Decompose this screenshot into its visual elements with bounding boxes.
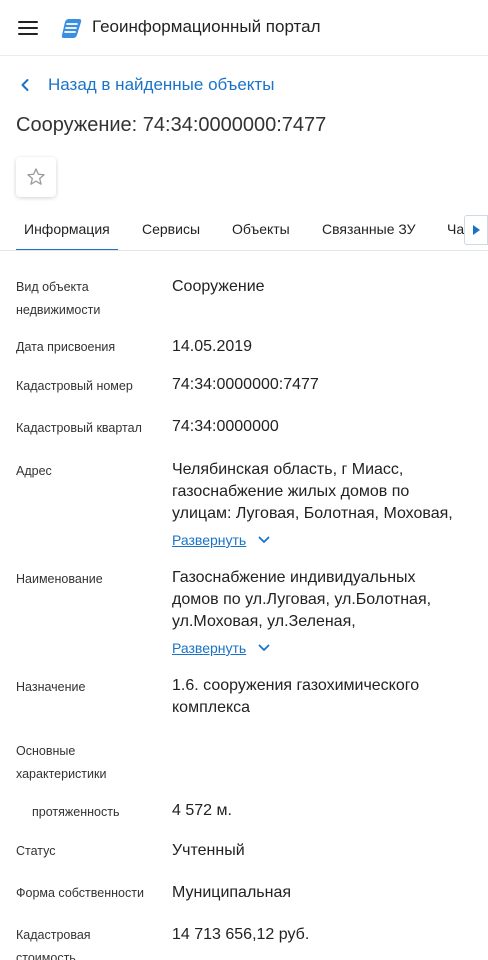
field-value: 14 713 656,12 руб. xyxy=(172,926,310,943)
value-line: Газоснабжение индивидуальных xyxy=(172,569,416,586)
field-value: 4 572 м. xyxy=(172,802,232,819)
triangle-right-icon xyxy=(473,225,480,235)
field-label: Наименование xyxy=(16,572,103,586)
field-value: Челябинская область, г Миасс, газоснабже… xyxy=(172,459,477,525)
star-outline-icon xyxy=(27,168,45,185)
hamburger-menu-icon[interactable] xyxy=(18,19,38,37)
back-link-label: Назад в найденные объекты xyxy=(48,75,275,94)
field-label: Кадастровая стоимость xyxy=(16,924,156,960)
field-label: Кадастровый номер xyxy=(16,379,133,393)
tab-services[interactable]: Сервисы xyxy=(142,207,200,250)
tab-information[interactable]: Информация xyxy=(16,207,118,250)
value-line: 1.6. сооружения газохимического xyxy=(172,677,420,694)
field-label: Дата присвоения xyxy=(16,340,116,354)
field-value: Учтенный xyxy=(172,842,245,859)
field-value: Сооружение xyxy=(172,278,265,295)
tab-related-land[interactable]: Связанные ЗУ xyxy=(322,207,416,250)
field-label: протяженность xyxy=(32,805,120,819)
field-label: Кадастровый квартал xyxy=(16,421,142,435)
field-label: Назначение xyxy=(16,680,86,694)
favorite-button[interactable] xyxy=(16,157,56,197)
expand-label: Развернуть xyxy=(172,532,247,548)
label-line: Кадастровая xyxy=(16,928,91,942)
address-expand-button[interactable]: Развернуть xyxy=(172,532,270,548)
field-label: Основные характеристики xyxy=(16,740,156,786)
tab-bar: Информация Сервисы Объекты Связанные ЗУ … xyxy=(0,207,488,251)
value-line: ул.Моховая, ул.Зеленая, xyxy=(172,613,356,630)
field-value: Муниципальная xyxy=(172,884,292,901)
tab-objects[interactable]: Объекты xyxy=(232,207,290,250)
field-label: Вид объекта недвижимости xyxy=(16,276,156,322)
label-line: характеристики xyxy=(16,767,107,781)
app-header: Геоинформационный портал xyxy=(0,0,488,56)
expand-label: Развернуть xyxy=(172,640,247,656)
tabs-scroll-right-button[interactable] xyxy=(464,215,488,245)
field-label: Статус xyxy=(16,844,56,858)
value-line: домов по ул.Луговая, ул.Болотная, xyxy=(172,591,432,608)
field-value: 1.6. сооружения газохимического комплекс… xyxy=(172,675,477,719)
portal-logo-icon xyxy=(61,19,82,38)
field-label: Форма собственности xyxy=(16,886,144,900)
name-expand-button[interactable]: Развернуть xyxy=(172,640,270,656)
page-title: Сооружение: 74:34:0000000:7477 xyxy=(16,114,327,136)
back-to-results-link[interactable]: Назад в найденные объекты xyxy=(18,73,274,97)
chevron-down-icon xyxy=(258,536,270,543)
field-value: 74:34:0000000:7477 xyxy=(172,376,319,393)
label-line: стоимость xyxy=(16,951,76,960)
tab-parts[interactable]: Ча xyxy=(447,207,464,250)
value-line: комплекса xyxy=(172,699,251,716)
chevron-down-icon xyxy=(258,644,270,651)
field-value: 74:34:0000000 xyxy=(172,418,279,435)
field-value: Газоснабжение индивидуальных домов по ул… xyxy=(172,567,477,633)
label-line: Вид объекта xyxy=(16,280,89,294)
field-label: Адрес xyxy=(16,464,52,478)
value-line: улицам: Луговая, Болотная, Моховая, xyxy=(172,505,453,522)
field-value: 14.05.2019 xyxy=(172,338,253,355)
label-line: Основные xyxy=(16,744,76,758)
value-line: газоснабжение жилых домов по xyxy=(172,483,410,500)
chevron-left-icon xyxy=(21,79,29,91)
label-line: недвижимости xyxy=(16,303,101,317)
value-line: Челябинская область, г Миасс, xyxy=(172,461,404,478)
app-title: Геоинформационный портал xyxy=(92,17,321,36)
